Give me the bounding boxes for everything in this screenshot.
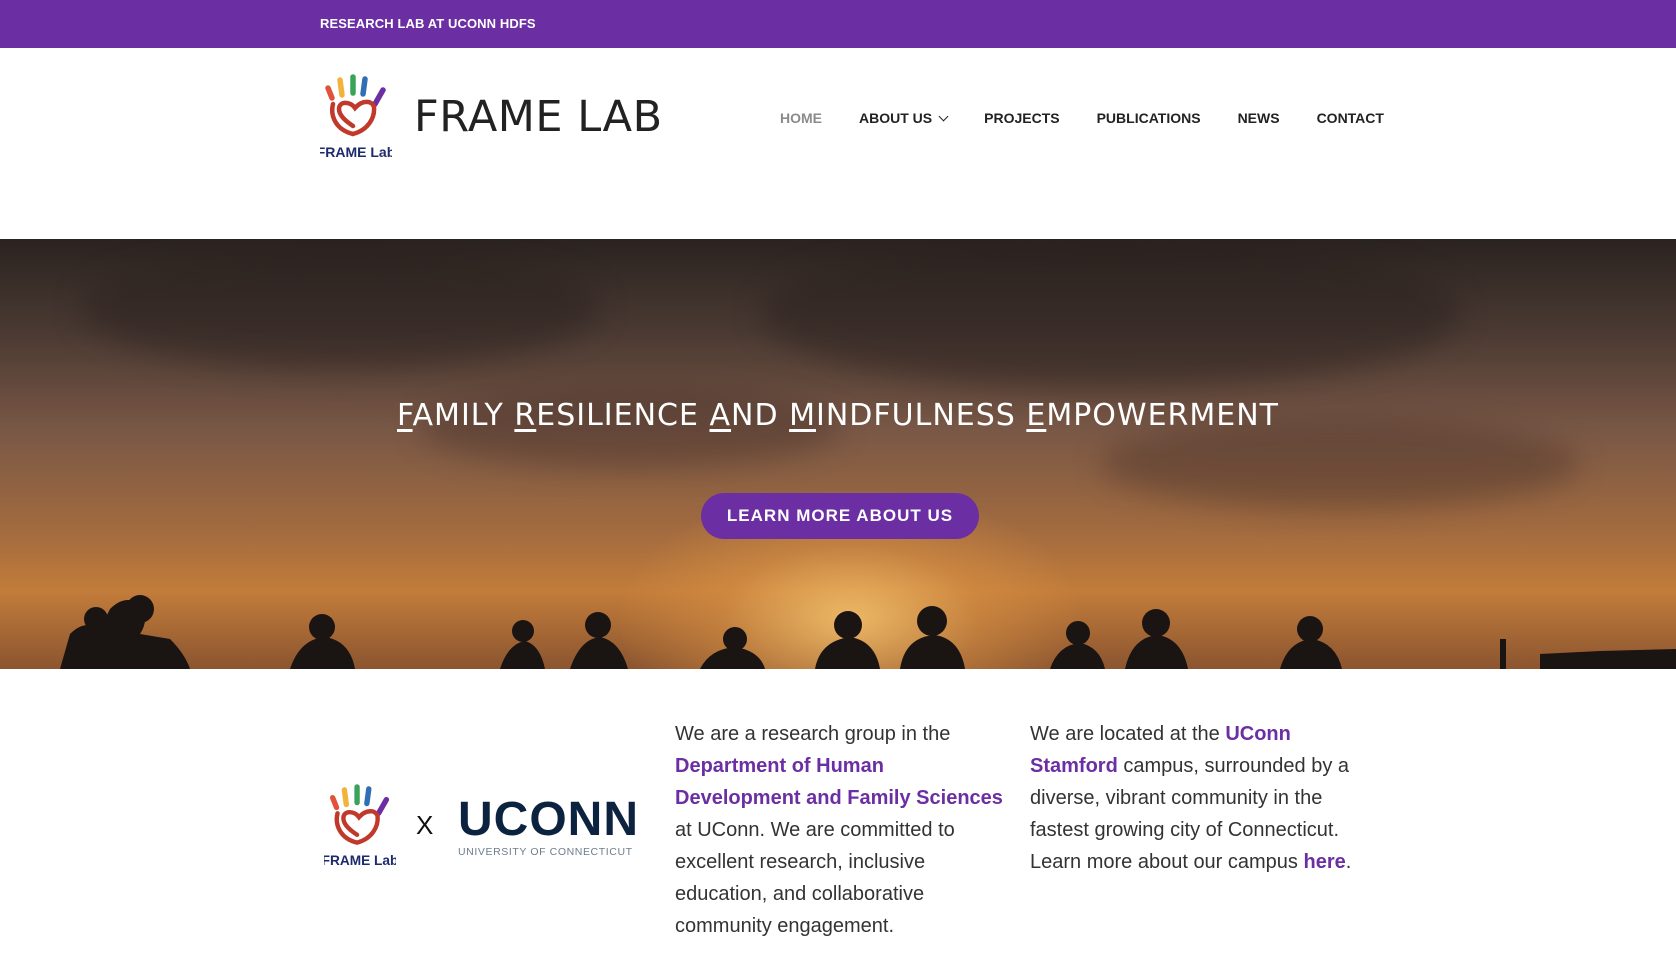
about-column-location: We are located at the UConn Stamford cam… (1030, 718, 1370, 878)
site-title[interactable]: FRAME LAB (414, 92, 663, 142)
cloud-shape (760, 239, 1460, 389)
logo-wordmark: FRAME Lab (320, 144, 392, 160)
about-column-research: We are a research group in the Departmen… (675, 718, 1015, 942)
hero-title-word: INDFULNESS (816, 398, 1027, 433)
uconn-wordmark: UCONN (458, 793, 639, 846)
uconn-logo: UCONN UNIVERSITY OF CONNECTICUT (458, 793, 639, 859)
hero-title-letter: F (397, 398, 413, 433)
hero-title: FAMILY RESILIENCE AND MINDFULNESS EMPOWE… (0, 398, 1676, 433)
top-bar-text: RESEARCH LAB AT UCONN HDFS (320, 16, 536, 31)
campus-here-link[interactable]: here (1304, 851, 1346, 873)
hero-title-word: AMILY (412, 398, 515, 433)
hero-title-letter: E (1026, 398, 1047, 433)
about-text: at UConn. We are committed to excellent … (675, 819, 955, 937)
nav-home-label: HOME (780, 110, 822, 126)
cloud-shape (80, 249, 600, 369)
nav-publications-label: PUBLICATIONS (1096, 110, 1201, 126)
location-text: We are located at the (1030, 723, 1226, 745)
top-bar: RESEARCH LAB AT UCONN HDFS (0, 0, 1676, 48)
learn-more-button[interactable]: LEARN MORE ABOUT US (701, 493, 979, 539)
about-text: We are a research group in the (675, 723, 951, 745)
hero-title-letter: R (514, 398, 537, 433)
chevron-down-icon (938, 111, 949, 121)
nav-contact-label: CONTACT (1316, 110, 1384, 126)
nav-about-us-label: ABOUT US (859, 110, 933, 126)
frame-lab-hand-logo-icon: FRAME Lab (317, 74, 395, 160)
hero-title-word: ND (731, 398, 790, 433)
uconn-subtitle: UNIVERSITY OF CONNECTICUT (458, 846, 633, 858)
nav-projects[interactable]: PROJECTS (984, 110, 1059, 126)
nav-news[interactable]: NEWS (1238, 110, 1280, 126)
frame-lab-hand-logo-icon: FRAME Lab (322, 784, 398, 868)
hero-title-letter: M (789, 398, 816, 433)
nav-publications[interactable]: PUBLICATIONS (1097, 110, 1201, 126)
nav-about-us[interactable]: ABOUT US (859, 110, 949, 126)
hdfs-department-link[interactable]: Department of Human Development and Fami… (675, 755, 1003, 809)
people-silhouettes (60, 595, 1676, 669)
hero-title-letter: A (709, 398, 732, 433)
logo-wordmark: FRAME Lab (324, 853, 396, 868)
nav-projects-label: PROJECTS (984, 110, 1060, 126)
hero-title-word: MPOWERMENT (1046, 398, 1279, 433)
nav-contact[interactable]: CONTACT (1317, 110, 1384, 126)
hero-title-word: ESILIENCE (536, 398, 710, 433)
site-logo[interactable]: FRAME Lab (317, 74, 395, 162)
main-nav: HOME ABOUT US PROJECTS PUBLICATIONS NEWS… (780, 110, 1384, 126)
hero-banner: FAMILY RESILIENCE AND MINDFULNESS EMPOWE… (0, 239, 1676, 669)
location-text: . (1345, 851, 1352, 873)
cobrand-x: X (416, 810, 434, 840)
frame-lab-logo: FRAME Lab (322, 784, 398, 870)
nav-news-label: NEWS (1237, 110, 1280, 126)
nav-home[interactable]: HOME (780, 110, 822, 126)
